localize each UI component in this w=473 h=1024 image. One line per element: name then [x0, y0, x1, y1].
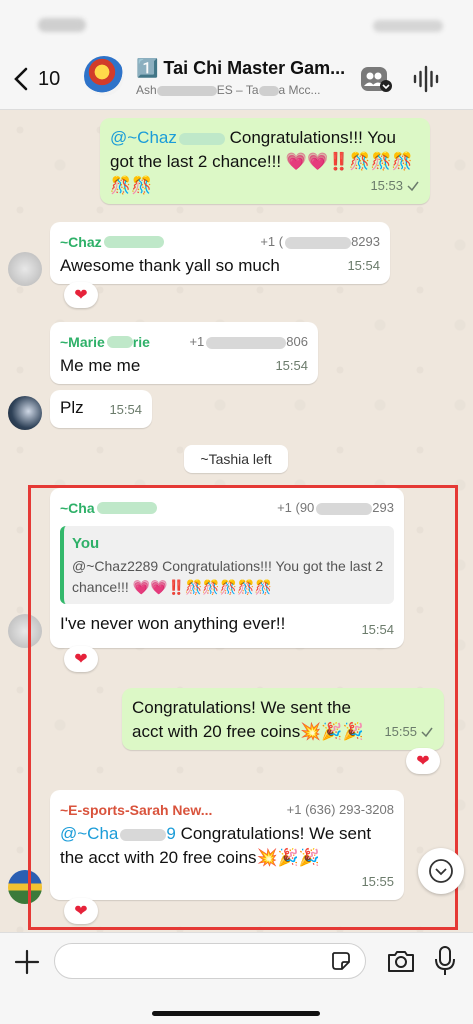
- redacted-text: [103, 236, 164, 248]
- members-text-a: Ash: [136, 83, 157, 97]
- reaction-heart[interactable]: ❤: [64, 282, 98, 308]
- audio-call-icon[interactable]: [412, 64, 440, 94]
- message-time: 15:54: [275, 358, 308, 373]
- chevron-left-icon: [14, 67, 28, 91]
- incoming-message[interactable]: Plz 15:54: [50, 390, 152, 428]
- sender-phone: +1 806: [189, 334, 308, 349]
- sticker-icon[interactable]: [330, 950, 352, 972]
- message-time: 15:54: [109, 402, 142, 417]
- quoted-message[interactable]: You @~Chaz2289 Congratulations!!! You go…: [60, 526, 394, 604]
- message-text: Awesome thank yall so much: [60, 256, 280, 275]
- read-check-icon: [407, 181, 419, 192]
- redacted-text: [258, 85, 279, 96]
- sender-name[interactable]: ~Chaz: [60, 230, 102, 254]
- message-input[interactable]: [54, 943, 366, 979]
- avatar[interactable]: [8, 396, 42, 430]
- back-button[interactable]: 10: [12, 64, 60, 94]
- mention-suffix: 9: [166, 824, 176, 843]
- incoming-message[interactable]: ~E-sports-Sarah New... +1 (636) 293-3208 …: [50, 790, 404, 900]
- mention[interactable]: @~Chaz: [110, 128, 177, 147]
- message-text: Plz: [60, 398, 84, 417]
- sender-name[interactable]: ~E-sports-Sarah New...: [60, 798, 212, 822]
- message-time: 15:55: [384, 720, 434, 744]
- chat-header: 10 1️⃣ Tai Chi Master Gam... Ash ES – Ta a…: [0, 50, 473, 110]
- redacted-text: [120, 828, 167, 841]
- incoming-message[interactable]: ~Chaz +1 (8293 Awesome thank yall so much…: [50, 222, 390, 284]
- status-bar: [0, 0, 473, 50]
- camera-icon[interactable]: [386, 948, 416, 974]
- incoming-message[interactable]: ~Cha +1 (90 293 You @~Chaz2289 Congratulat…: [50, 488, 404, 648]
- message-text: Me me me: [60, 356, 141, 375]
- group-avatar[interactable]: [84, 56, 124, 96]
- outgoing-message[interactable]: @~Chaz Congratulations!!! You got the la…: [100, 118, 430, 204]
- status-time: [38, 18, 86, 32]
- scroll-to-bottom-button[interactable]: [418, 848, 464, 894]
- redacted-text: [96, 502, 157, 514]
- chat-title[interactable]: 1️⃣ Tai Chi Master Gam...: [136, 58, 346, 79]
- system-message: ~Tashia left: [184, 445, 288, 473]
- composer-bar: [0, 932, 473, 1024]
- quote-text: @~Chaz2289 Congratulations!!! You got th…: [72, 558, 384, 595]
- reaction-heart[interactable]: ❤: [64, 646, 98, 672]
- sender-phone: +1 (90 293: [277, 500, 394, 515]
- message-time: 15:53: [370, 174, 420, 198]
- members-text-b: ES – Ta: [216, 83, 259, 97]
- avatar[interactable]: [8, 252, 42, 286]
- avatar[interactable]: [8, 614, 42, 648]
- status-indicators: [373, 20, 443, 32]
- microphone-icon[interactable]: [434, 945, 456, 977]
- plus-icon[interactable]: [12, 947, 42, 977]
- redacted-text: [206, 336, 287, 349]
- quote-author: You: [72, 535, 100, 552]
- message-time: 15:54: [361, 622, 394, 637]
- message-list[interactable]: @~Chaz Congratulations!!! You got the la…: [0, 110, 473, 932]
- mention[interactable]: @~Cha: [60, 824, 118, 843]
- avatar[interactable]: [8, 870, 42, 904]
- incoming-message[interactable]: ~Marie rie +1 806 Me me me 15:54: [50, 322, 318, 384]
- outgoing-message[interactable]: Congratulations! We sent the acct with 2…: [122, 688, 444, 750]
- redacted-text: [156, 85, 217, 96]
- sender-phone: +1 (8293: [260, 234, 380, 249]
- members-text-c: a Mcc...: [278, 83, 321, 97]
- redacted-text: [106, 336, 133, 348]
- message-text: I've never won anything ever!!: [60, 614, 286, 633]
- community-icon[interactable]: [360, 64, 394, 94]
- sender-phone: +1 (636) 293-3208: [286, 802, 394, 817]
- redacted-text: [178, 132, 225, 145]
- sender-name[interactable]: ~Cha: [60, 496, 95, 520]
- redacted-text: [316, 502, 373, 515]
- message-time: 15:55: [361, 874, 394, 889]
- message-time: 15:54: [347, 258, 380, 273]
- read-check-icon: [421, 727, 433, 738]
- sender-name[interactable]: ~Marie: [60, 330, 105, 354]
- reaction-heart[interactable]: ❤: [64, 898, 98, 924]
- redacted-text: [285, 236, 352, 249]
- reaction-heart[interactable]: ❤: [406, 748, 440, 774]
- home-indicator: [152, 1011, 320, 1016]
- unread-count: 10: [38, 67, 61, 90]
- chat-members[interactable]: Ash ES – Ta a Mcc...: [136, 83, 346, 97]
- chevron-down-icon: [429, 859, 453, 883]
